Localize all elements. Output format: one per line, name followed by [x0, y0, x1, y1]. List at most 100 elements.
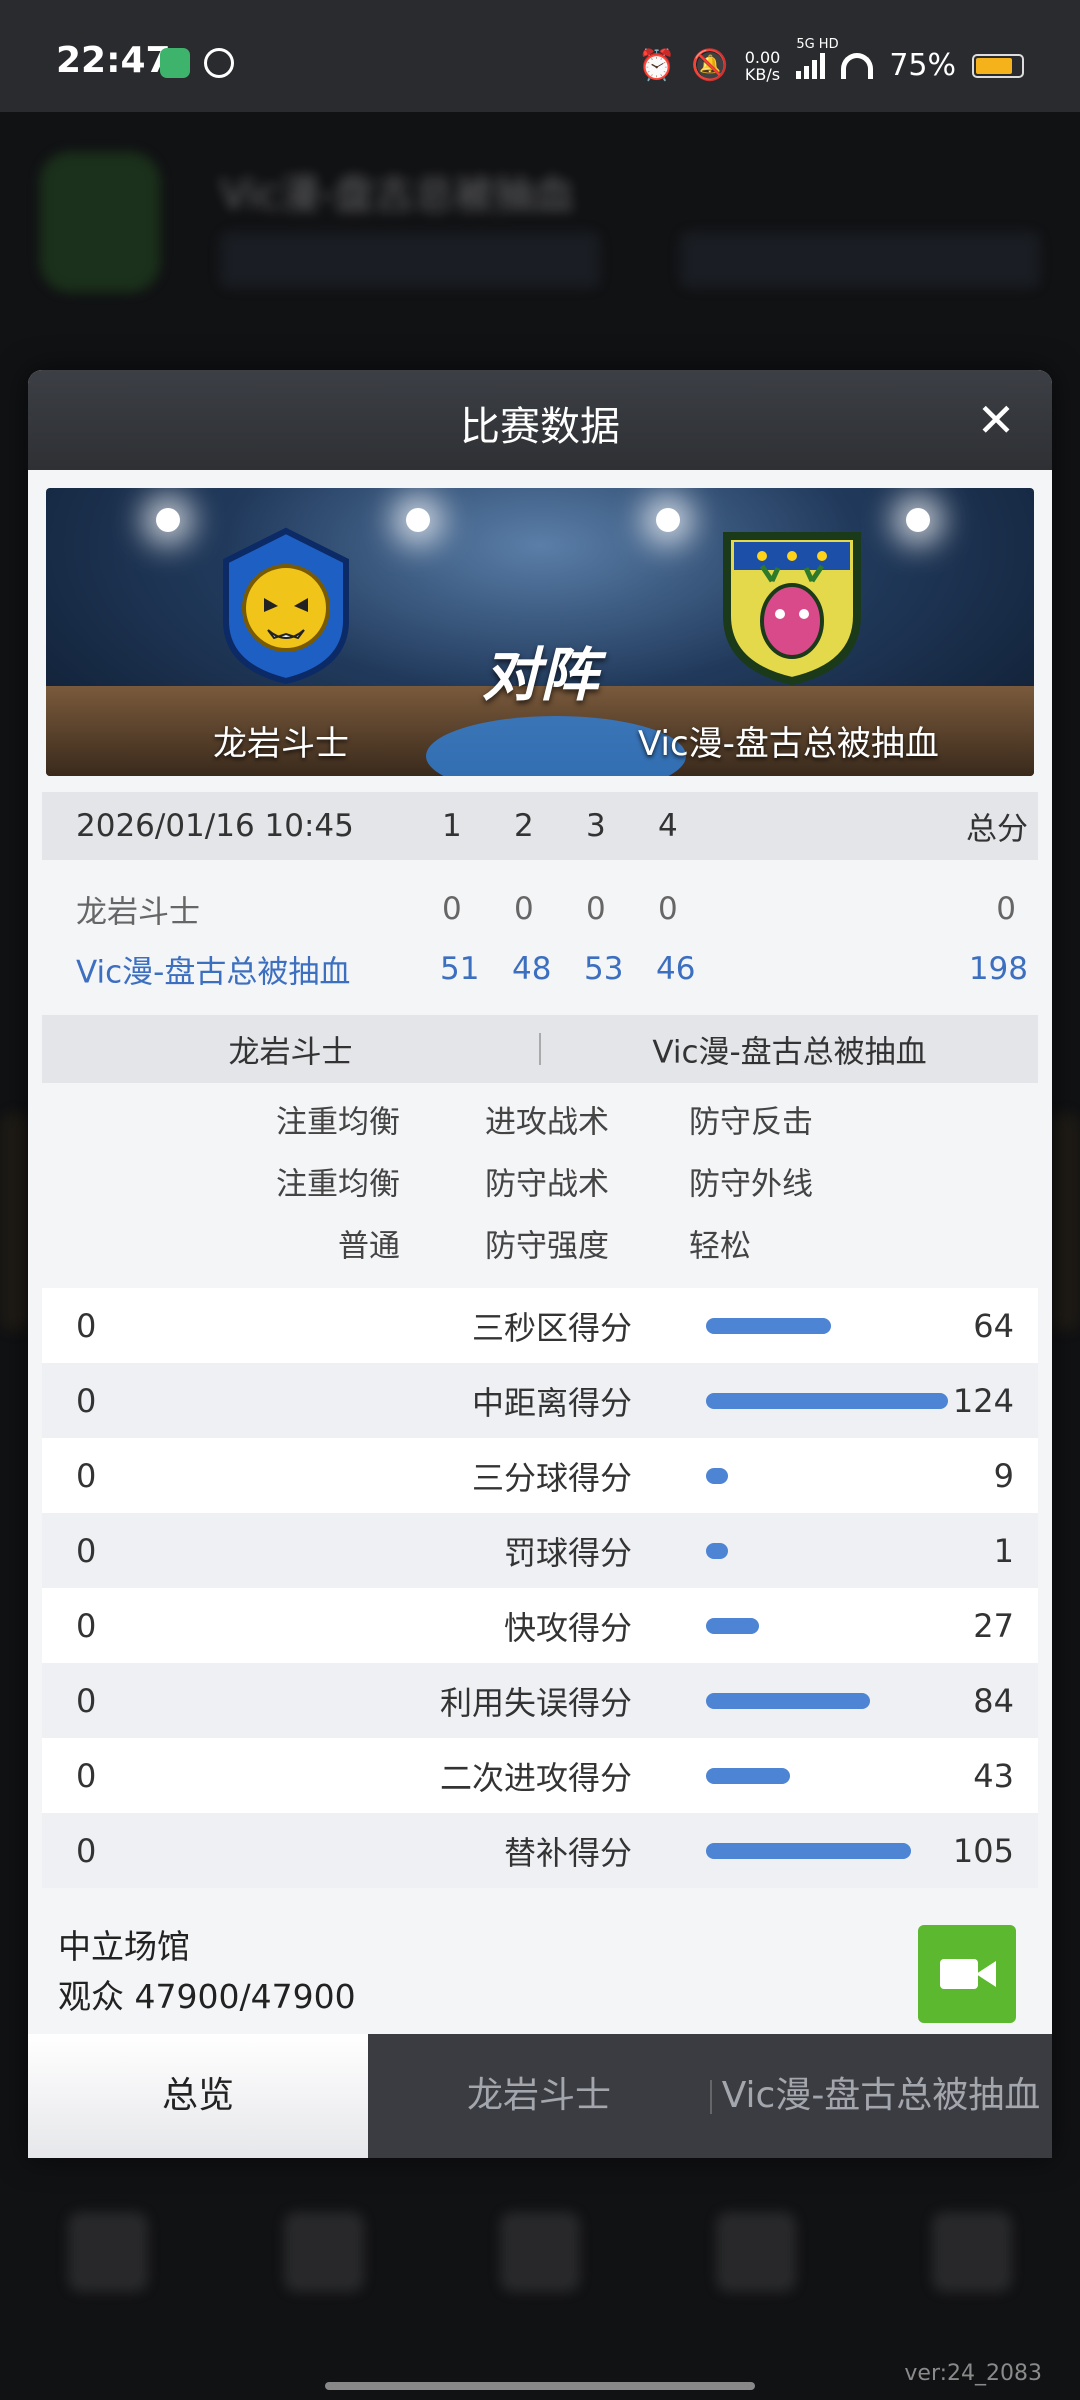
- stat-label: 二次进攻得分: [439, 1758, 632, 1797]
- stat-home-value: 0: [76, 1606, 97, 1645]
- app-circle-icon: [204, 48, 234, 78]
- stat-row: 0 替补得分 105: [42, 1813, 1038, 1888]
- stat-home-value: 0: [76, 1756, 97, 1795]
- stat-away-value: 1: [993, 1531, 1014, 1570]
- background-gem-bar: [680, 232, 1040, 288]
- stat-away-value: 9: [993, 1456, 1014, 1495]
- background-currency-bar: [220, 232, 600, 288]
- stat-away-value: 124: [952, 1381, 1014, 1420]
- stat-label: 替补得分: [503, 1833, 632, 1872]
- stat-row: 0 罚球得分 1: [42, 1513, 1038, 1588]
- tactics-away-team: Vic漫-盘古总被抽血: [652, 1034, 927, 1071]
- stat-label: 中距离得分: [471, 1383, 632, 1422]
- stat-away-bar: [706, 1543, 728, 1559]
- version-label: ver:24_2083: [904, 2361, 1042, 2386]
- close-icon[interactable]: ✕: [966, 390, 1026, 450]
- tactic-away-value: 轻松: [689, 1228, 751, 1265]
- quarter-score: 0: [514, 891, 534, 927]
- score-team-name: 龙岩斗士: [76, 894, 200, 931]
- tab-away-team[interactable]: Vic漫-盘古总被抽血: [710, 2034, 1052, 2158]
- nav-icon: [716, 2212, 796, 2292]
- stat-row: 0 二次进攻得分 43: [42, 1738, 1038, 1813]
- tactics-list: 注重均衡 进攻战术 防守反击 注重均衡 防守战术 防守外线 普通 防守强度 轻松: [42, 1088, 1038, 1288]
- status-bar: 22:47 ⏰ 🔕 0.00 KB/s 5G HD 75%: [0, 0, 1080, 112]
- stat-label: 快攻得分: [503, 1608, 632, 1647]
- quarter-score: 53: [584, 951, 624, 987]
- scoring-stats-table: 0 三秒区得分 64 0 中距离得分 124 0 三分球得分 9 0 罚球得分 …: [42, 1288, 1038, 1888]
- status-right: ⏰ 🔕 0.00 KB/s 5G HD 75%: [637, 37, 1024, 84]
- arena-light: [656, 508, 680, 532]
- stat-away-value: 43: [973, 1756, 1014, 1795]
- stat-home-value: 0: [76, 1456, 97, 1495]
- score-row-home: 龙岩斗士 0 0 0 0 0: [42, 880, 1038, 938]
- quarter-score: 51: [440, 951, 480, 987]
- nav-icon: [500, 2212, 580, 2292]
- stat-home-value: 0: [76, 1381, 97, 1420]
- match-datetime: 2026/01/16 10:45: [76, 808, 354, 844]
- stat-home-value: 0: [76, 1681, 97, 1720]
- quarter-header: 2: [514, 808, 534, 844]
- stat-row: 0 三秒区得分 64: [42, 1288, 1038, 1363]
- stat-row: 0 三分球得分 9: [42, 1438, 1038, 1513]
- quarter-score: 46: [656, 951, 696, 987]
- stat-away-value: 84: [973, 1681, 1014, 1720]
- wifi-icon: [841, 52, 874, 79]
- nav-icon: [68, 2212, 148, 2292]
- stat-away-bar: [706, 1468, 728, 1484]
- matchup-banner: 对阵 龙岩斗士 Vic漫-盘古总被抽血: [46, 488, 1034, 776]
- modal-header: 比赛数据 ✕: [28, 370, 1052, 470]
- tactic-label: 进攻战术: [485, 1104, 609, 1141]
- signal-icon: 5G HD: [796, 37, 839, 79]
- stat-away-bar: [706, 1768, 790, 1784]
- tactic-away-value: 防守外线: [689, 1166, 813, 1203]
- tab-separator: [710, 2080, 712, 2114]
- quarter-score: 48: [512, 951, 552, 987]
- stat-label: 三分球得分: [471, 1458, 632, 1497]
- match-data-modal: 比赛数据 ✕ 对阵 龙岩斗士 Vic漫-盘古总被抽血 2026/01/16 10…: [28, 370, 1052, 2158]
- tactics-home-team: 龙岩斗士: [228, 1034, 353, 1071]
- venue-info: 中立场馆 观众 47900/47900: [58, 1922, 356, 2022]
- venue-name: 中立场馆: [58, 1927, 190, 1966]
- nav-icon: [932, 2212, 1012, 2292]
- home-indicator[interactable]: [325, 2382, 755, 2390]
- tab-label: Vic漫-盘古总被抽血: [721, 2075, 1041, 2116]
- tab-label: 龙岩斗士: [466, 2075, 611, 2116]
- quarter-score: 0: [442, 891, 462, 927]
- tactic-row: 普通 防守强度 轻松: [42, 1212, 1038, 1274]
- tactic-home-value: 普通: [338, 1228, 400, 1265]
- home-team-name: 龙岩斗士: [213, 724, 349, 764]
- stat-away-bar: [706, 1843, 911, 1859]
- stat-label: 利用失误得分: [439, 1683, 632, 1722]
- mute-icon: 🔕: [691, 48, 729, 83]
- background-team-logo: [40, 152, 160, 292]
- video-camera-icon: [940, 1959, 978, 1989]
- away-team-name: Vic漫-盘古总被抽血: [638, 724, 939, 764]
- video-camera-lens: [976, 1961, 996, 1987]
- net-speed-unit: KB/s: [744, 64, 781, 84]
- stat-row: 0 利用失误得分 84: [42, 1663, 1038, 1738]
- stat-row: 0 快攻得分 27: [42, 1588, 1038, 1663]
- alarm-icon: ⏰: [637, 48, 676, 83]
- tactic-row: 注重均衡 防守战术 防守外线: [42, 1150, 1038, 1212]
- tactic-home-value: 注重均衡: [276, 1104, 400, 1141]
- total-score: 0: [996, 891, 1016, 927]
- score-row-away: Vic漫-盘古总被抽血 51 48 53 46 198: [42, 940, 1038, 998]
- stat-away-bar: [706, 1393, 948, 1409]
- video-replay-button[interactable]: [918, 1925, 1016, 2023]
- stat-away-value: 105: [952, 1831, 1014, 1870]
- stat-away-bar: [706, 1693, 870, 1709]
- quarter-header: 4: [658, 808, 678, 844]
- tab-home-team[interactable]: 龙岩斗士: [368, 2034, 710, 2158]
- network-type: 5G HD: [796, 36, 839, 52]
- tab-overview[interactable]: 总览: [28, 2034, 368, 2158]
- stat-away-bar: [706, 1618, 759, 1634]
- stat-home-value: 0: [76, 1531, 97, 1570]
- attendance: 观众 47900/47900: [58, 1977, 356, 2016]
- stat-row: 0 中距离得分 124: [42, 1363, 1038, 1438]
- battery-icon: [972, 53, 1024, 78]
- vs-label: 对阵: [481, 641, 598, 709]
- arena-light: [906, 508, 930, 532]
- background-tile: [0, 1112, 30, 1332]
- battery-percent: 75%: [889, 48, 956, 83]
- stat-away-value: 27: [973, 1606, 1014, 1645]
